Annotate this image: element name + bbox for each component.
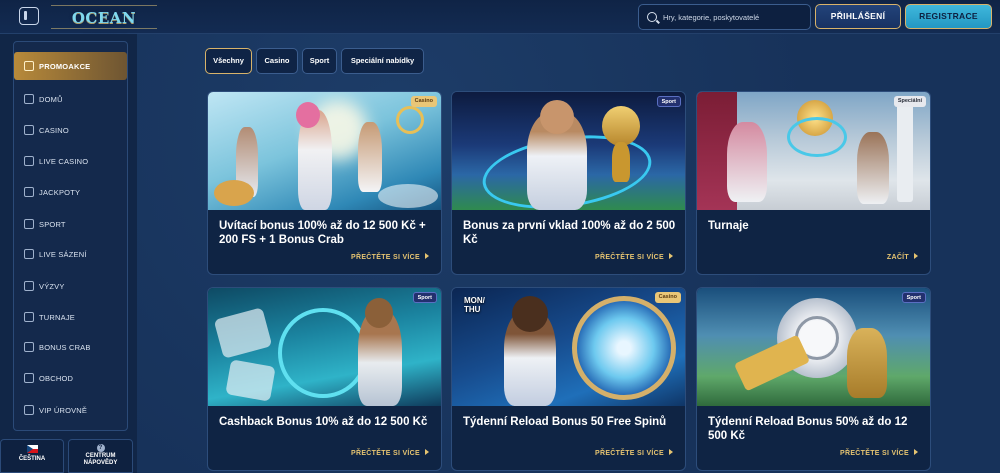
sidebar-item-domu[interactable]: DOMŮ — [14, 85, 127, 113]
sidebar-item-label: SPORT — [39, 219, 66, 229]
help-center-button[interactable]: ? CENTRUM NÁPOVĚDY — [68, 439, 133, 473]
promo-image: Speciální — [697, 92, 930, 210]
register-button[interactable]: REGISTRACE — [905, 4, 992, 29]
tab-specialni-nabidky[interactable]: Speciální nabídky — [341, 48, 424, 74]
promo-image: Sport — [208, 288, 441, 406]
help-label-line2: NÁPOVĚDY — [83, 460, 118, 466]
promo-card[interactable]: Sport Týdenní Reload Bonus 50% až do 12 … — [696, 287, 931, 471]
read-more-link[interactable]: PŘEČTĚTE SI VÍCE — [595, 449, 673, 457]
jackpot-icon — [24, 187, 34, 197]
top-bar: OCEAN SPIN PŘIHLÁŠENÍ REGISTRACE — [0, 0, 1000, 51]
sidebar-item-label: VÝZVY — [39, 281, 65, 291]
help-label-line1: CENTRUM — [85, 453, 116, 459]
category-badge: Sport — [412, 292, 437, 303]
help-icon: ? — [96, 444, 105, 452]
promo-title: Bonus za první vklad 100% až do 2 500 Kč — [463, 220, 676, 246]
sidebar-item-label: LIVE CASINO — [39, 156, 89, 166]
sidebar-item-label: LIVE SÁZENÍ — [39, 249, 87, 259]
live-bet-icon — [24, 249, 34, 259]
promo-card[interactable]: MON/ THU Casino Týdenní Reload Bonus 50 … — [451, 287, 686, 471]
sidebar-item-obchod[interactable]: OBCHOD — [14, 364, 127, 392]
trophy-icon — [24, 312, 34, 322]
promo-card[interactable]: Sport Cashback Bonus 10% až do 12 500 Kč… — [207, 287, 442, 471]
language-label: ČEŠTINA — [18, 456, 46, 462]
promo-image: MON/ THU Casino — [452, 288, 685, 406]
sidebar-item-label: JACKPOTY — [39, 187, 81, 197]
sidebar-item-promoakce[interactable]: PROMOAKCE — [14, 52, 127, 80]
sidebar-item-label: PROMOAKCE — [39, 61, 91, 71]
promo-title: Cashback Bonus 10% až do 12 500 Kč — [219, 416, 428, 428]
sidebar-item-label: DOMŮ — [39, 94, 63, 104]
login-button[interactable]: PŘIHLÁŠENÍ — [815, 4, 901, 29]
sidebar-item-bonus-crab[interactable]: BONUS CRAB — [14, 333, 127, 361]
start-link[interactable]: ZAČÍT — [887, 253, 918, 261]
category-badge: Sport — [901, 292, 926, 303]
sidebar-item-sport[interactable]: SPORT — [14, 210, 127, 238]
sidebar-toggle-icon[interactable] — [19, 7, 39, 25]
promo-title: Týdenní Reload Bonus 50 Free Spinů — [463, 416, 667, 428]
sidebar-item-label: VIP ÚROVNĚ — [39, 405, 88, 415]
search-input[interactable] — [663, 5, 809, 29]
sidebar-item-turnaje[interactable]: TURNAJE — [14, 303, 127, 331]
read-more-link[interactable]: PŘEČTĚTE SI VÍCE — [351, 253, 429, 261]
ball-icon — [24, 219, 34, 229]
promo-image: Sport — [452, 92, 685, 210]
sidebar-item-label: CASINO — [39, 125, 69, 135]
search-box[interactable] — [638, 4, 811, 30]
promo-card[interactable]: Sport Bonus za první vklad 100% až do 2 … — [451, 91, 686, 275]
read-more-link[interactable]: PŘEČTĚTE SI VÍCE — [840, 449, 918, 457]
category-badge: Casino — [410, 96, 437, 107]
category-badge: Sport — [656, 96, 681, 107]
challenge-icon — [24, 281, 34, 291]
category-badge: Casino — [654, 292, 681, 303]
sidebar-nav: PROMOAKCE DOMŮ CASINO LIVE CASINO JACKPO… — [13, 41, 128, 431]
read-more-link[interactable]: PŘEČTĚTE SI VÍCE — [595, 253, 673, 261]
sidebar-item-casino[interactable]: CASINO — [14, 116, 127, 144]
promo-card[interactable]: Casino Uvítací bonus 100% až do 12 500 K… — [207, 91, 442, 275]
slot-icon — [24, 125, 34, 135]
czech-flag-icon — [26, 445, 38, 453]
promo-title: Týdenní Reload Bonus 50% až do 12 500 Kč — [708, 416, 908, 442]
promo-title: Turnaje — [708, 220, 749, 232]
promo-image: Sport — [697, 288, 930, 406]
home-icon — [24, 94, 34, 104]
sidebar-item-live-sazeni[interactable]: LIVE SÁZENÍ — [14, 240, 127, 268]
sidebar-item-vip-urovne[interactable]: VIP ÚROVNĚ — [14, 396, 127, 424]
read-more-link[interactable]: PŘEČTĚTE SI VÍCE — [351, 449, 429, 457]
sidebar-item-live-casino[interactable]: LIVE CASINO — [14, 147, 127, 175]
search-icon — [647, 12, 657, 22]
gift-icon — [24, 61, 34, 71]
sidebar-item-label: BONUS CRAB — [39, 342, 91, 352]
vip-icon — [24, 405, 34, 415]
language-selector[interactable]: ČEŠTINA — [0, 439, 64, 473]
sidebar-item-label: OBCHOD — [39, 373, 74, 383]
sidebar: PROMOAKCE DOMŮ CASINO LIVE CASINO JACKPO… — [0, 34, 137, 473]
tab-sport[interactable]: Sport — [302, 48, 337, 74]
category-badge: Speciální — [893, 96, 926, 107]
sidebar-item-jackpoty[interactable]: JACKPOTY — [14, 178, 127, 206]
tab-casino[interactable]: Casino — [256, 48, 298, 74]
main-content: Všechny Casino Sport Speciální nabídky C… — [137, 34, 1000, 473]
logo[interactable]: OCEAN SPIN — [51, 5, 157, 51]
promo-title: Uvítací bonus 100% až do 12 500 Kč + 200… — [219, 220, 426, 246]
promo-card[interactable]: Speciální Turnaje ZAČÍT — [696, 91, 931, 275]
promo-image: Casino — [208, 92, 441, 210]
mon-thu-label: MON/ THU — [464, 296, 485, 314]
sidebar-item-label: TURNAJE — [39, 312, 75, 322]
crab-icon — [24, 342, 34, 352]
tab-vsechny[interactable]: Všechny — [205, 48, 252, 74]
sidebar-item-vyzvy[interactable]: VÝZVY — [14, 272, 127, 300]
shop-icon — [24, 373, 34, 383]
tv-icon — [24, 156, 34, 166]
